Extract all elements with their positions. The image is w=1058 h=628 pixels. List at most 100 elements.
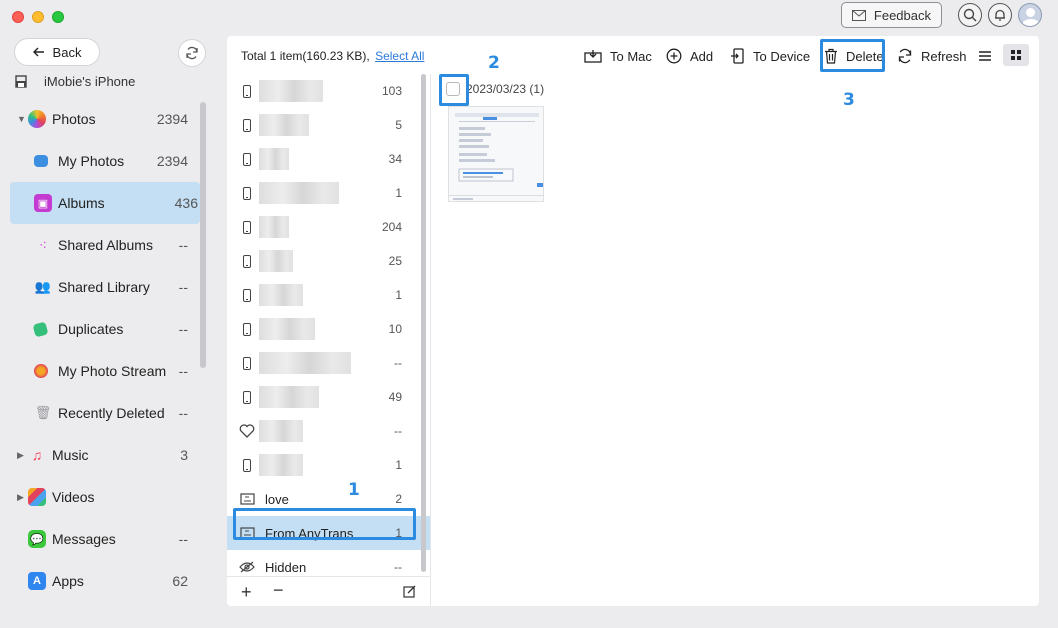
- to-device-button[interactable]: To Device: [731, 45, 810, 67]
- mail-icon: [851, 9, 866, 21]
- caret-down-icon[interactable]: ▼: [17, 114, 26, 124]
- album-list-scrollbar[interactable]: [421, 74, 426, 572]
- album-row[interactable]: --: [227, 346, 430, 380]
- sidebar-item-label: My Photo Stream: [58, 363, 167, 379]
- phone-icon: [239, 83, 255, 99]
- album-count: --: [394, 424, 402, 438]
- total-text: Total 1 item(160.23 KB),: [241, 49, 370, 63]
- back-button[interactable]: Back: [14, 38, 100, 66]
- add-button[interactable]: Add: [666, 45, 713, 67]
- album-row[interactable]: 204: [227, 210, 430, 244]
- phone-icon: [239, 287, 255, 303]
- device-name: iMobie's iPhone: [44, 74, 136, 89]
- album-row[interactable]: 1: [227, 176, 430, 210]
- search-button[interactable]: [958, 3, 982, 27]
- album-row[interactable]: 25: [227, 244, 430, 278]
- sidebar-item-shared-library[interactable]: 👥 Shared Library --: [0, 266, 200, 308]
- sidebar-item-duplicates[interactable]: Duplicates --: [0, 308, 200, 350]
- sidebar-nav: ▼ Photos 2394 My Photos 2394 ▣ Albums 43…: [0, 98, 200, 602]
- blurred-album-name: [259, 182, 339, 204]
- photo-thumbnail[interactable]: [448, 106, 544, 202]
- grid-view-icon: [1011, 50, 1021, 60]
- sidebar-item-label: Photos: [52, 111, 96, 127]
- photos-icon: [28, 110, 46, 128]
- edit-album-icon[interactable]: [403, 585, 416, 601]
- remove-album-icon[interactable]: −: [273, 580, 284, 601]
- to-device-icon: [731, 48, 744, 64]
- sidebar-item-count: --: [178, 405, 188, 421]
- to-device-label: To Device: [753, 48, 811, 64]
- grid-view-button[interactable]: [1003, 44, 1029, 66]
- list-view-button[interactable]: [978, 45, 992, 67]
- window-controls: [12, 11, 64, 23]
- toolbar: Total 1 item(160.23 KB), Select All To M…: [227, 36, 1039, 74]
- sidebar-item-label: Albums: [58, 195, 105, 211]
- sidebar-item-recently-deleted[interactable]: 🗑 Recently Deleted --: [0, 392, 200, 434]
- add-icon: [666, 48, 682, 64]
- photo-grid: 2023/03/23 (1): [432, 74, 1039, 606]
- phone-icon: [239, 219, 255, 235]
- sync-icon: [186, 46, 198, 60]
- sidebar-item-count: --: [178, 321, 188, 337]
- album-row[interactable]: 10: [227, 312, 430, 346]
- sidebar-item-videos[interactable]: ▶ Videos: [0, 476, 200, 518]
- album-row[interactable]: 1: [227, 278, 430, 312]
- close-window-button[interactable]: [12, 11, 24, 23]
- highlight-select-checkbox: [439, 74, 469, 106]
- duplicates-icon: [32, 321, 49, 337]
- add-album-icon[interactable]: +: [241, 582, 252, 603]
- my-photos-icon: [34, 155, 48, 167]
- sidebar-item-albums[interactable]: ▣ Albums 436: [10, 182, 200, 224]
- apps-icon: A: [28, 572, 46, 590]
- sidebar-item-shared-albums[interactable]: ⁖ Shared Albums --: [0, 224, 200, 266]
- sidebar-item-label: My Photos: [58, 153, 125, 169]
- sidebar-item-my-photo-stream[interactable]: My Photo Stream --: [0, 350, 200, 392]
- refresh-button[interactable]: Refresh: [897, 45, 967, 67]
- album-row[interactable]: 5: [227, 108, 430, 142]
- feedback-label: Feedback: [873, 7, 931, 23]
- caret-right-icon[interactable]: ▶: [17, 450, 24, 461]
- select-all-link[interactable]: Select All: [375, 49, 424, 63]
- blurred-album-name: [259, 386, 319, 408]
- album-row[interactable]: --: [227, 414, 430, 448]
- album-row[interactable]: 49: [227, 380, 430, 414]
- minimize-window-button[interactable]: [32, 11, 44, 23]
- sidebar-scrollbar[interactable]: [200, 102, 206, 368]
- sidebar-item-count: 2394: [156, 111, 188, 127]
- album-row[interactable]: 103: [227, 74, 430, 108]
- blurred-album-name: [259, 352, 351, 374]
- videos-icon: [28, 488, 46, 506]
- blurred-album-name: [259, 420, 303, 442]
- album-count: 204: [381, 220, 402, 234]
- phone-icon: [239, 355, 255, 371]
- album-count: 1: [395, 458, 402, 472]
- blurred-album-name: [259, 80, 323, 102]
- maximize-window-button[interactable]: [52, 11, 64, 23]
- back-label: Back: [52, 44, 82, 60]
- date-group-label: 2023/03/23 (1): [466, 82, 545, 96]
- bell-icon: [995, 9, 1005, 21]
- sidebar-item-my-photos[interactable]: My Photos 2394: [0, 140, 200, 182]
- sidebar-item-apps[interactable]: A Apps 62: [0, 560, 200, 602]
- messages-icon: 💬: [28, 530, 46, 548]
- sidebar-item-photos[interactable]: ▼ Photos 2394: [0, 98, 200, 140]
- blurred-album-name: [259, 148, 289, 170]
- blurred-album-name: [259, 318, 315, 340]
- phone-icon: [239, 185, 255, 201]
- sidebar-item-count: 62: [172, 573, 188, 589]
- sidebar-item-music[interactable]: ▶ ♫ Music 3: [0, 434, 200, 476]
- highlight-from-anytrans: [233, 508, 416, 540]
- feedback-button[interactable]: Feedback: [840, 2, 942, 28]
- sidebar-item-label: Music: [52, 447, 89, 463]
- album-row[interactable]: 34: [227, 142, 430, 176]
- blurred-album-name: [259, 250, 293, 272]
- phone-icon: [239, 253, 255, 269]
- caret-right-icon[interactable]: ▶: [17, 492, 24, 503]
- album-row[interactable]: 1: [227, 448, 430, 482]
- sync-button[interactable]: [178, 39, 206, 67]
- sidebar-item-messages[interactable]: 💬 Messages --: [0, 518, 200, 560]
- to-mac-label: To Mac: [610, 48, 652, 64]
- to-mac-button[interactable]: To Mac: [584, 45, 652, 67]
- notification-button[interactable]: [988, 3, 1012, 27]
- user-avatar[interactable]: [1018, 3, 1042, 27]
